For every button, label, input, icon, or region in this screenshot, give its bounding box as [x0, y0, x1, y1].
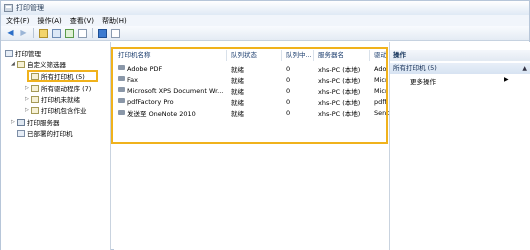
printer-icon — [118, 110, 125, 115]
server-icon — [17, 118, 25, 126]
list-rows: Adobe PDF 就绪 0 xhs-PC (本地) Ado Fax 就绪 0 … — [114, 63, 389, 118]
column-queue-status[interactable]: 队列状态 — [227, 50, 282, 61]
menu-action[interactable]: 操作(A) — [38, 16, 62, 26]
printers-not-ready-label: 打印机未就绪 — [41, 96, 80, 104]
page-icon[interactable] — [110, 28, 121, 39]
driver-name: pdff — [374, 97, 387, 106]
help-icon[interactable] — [97, 28, 108, 39]
column-driver[interactable]: 驱动 — [370, 50, 389, 61]
filter-icon — [17, 60, 25, 68]
view-icon[interactable] — [51, 28, 62, 39]
driver-name: Micr — [374, 86, 388, 95]
toolbar: ◀ ▶ — [1, 26, 529, 41]
table-row[interactable]: 发送至 OneNote 2010 就绪 0 xhs-PC (本地) Senc — [114, 107, 389, 118]
filter-icon — [31, 106, 39, 114]
actions-header: 操作 — [390, 50, 530, 61]
tree-deployed-printers[interactable]: 已部署的打印机 — [11, 128, 73, 138]
table-row[interactable]: Fax 就绪 0 xhs-PC (本地) Micr — [114, 74, 389, 85]
submenu-arrow-icon: ▶ — [504, 76, 509, 83]
printer-icon — [17, 129, 25, 137]
forward-icon[interactable]: ▶ — [18, 28, 29, 39]
driver-name: Micr — [374, 75, 388, 84]
jobs-count: 0 — [286, 97, 291, 106]
server-name: xhs-PC (本地) — [318, 98, 361, 107]
printer-name: Microsoft XPS Document Wr... — [127, 86, 224, 95]
print-servers-label: 打印服务器 — [27, 119, 60, 127]
server-name: xhs-PC (本地) — [318, 76, 361, 85]
printer-name: Fax — [127, 75, 138, 84]
queue-status: 就绪 — [231, 109, 244, 118]
actions-pane: 操作 所有打印机 (5) ▲ 更多操作 ▶ — [389, 42, 530, 250]
actions-group-label: 所有打印机 (5) — [393, 64, 437, 72]
app-icon — [4, 4, 13, 12]
queue-status: 就绪 — [231, 65, 244, 74]
toolbar-separator — [92, 28, 93, 38]
print-management-window: 打印管理 文件(F) 操作(A) 查看(V) 帮助(H) ◀ ▶ 打印管理 ◢ … — [0, 0, 530, 250]
navigation-tree: 打印管理 ◢ 自定义筛选器 所有打印机 (5) ▷ 所有驱动程序 (7) ▷ 打… — [1, 42, 111, 250]
jobs-count: 0 — [286, 86, 291, 95]
actions-group-all-printers[interactable]: 所有打印机 (5) ▲ — [390, 63, 530, 74]
print-management-icon — [5, 49, 13, 57]
title-bar: 打印管理 — [1, 1, 529, 15]
folder-icon[interactable] — [38, 28, 49, 39]
filter-icon — [31, 95, 39, 103]
queue-status: 就绪 — [231, 76, 244, 85]
tree-custom-filters[interactable]: ◢ 自定义筛选器 — [11, 59, 66, 69]
printer-name: pdfFactory Pro — [127, 97, 174, 106]
deployed-printers-label: 已部署的打印机 — [27, 130, 73, 138]
printer-name: Adobe PDF — [127, 64, 163, 73]
selected-node-highlight — [27, 70, 98, 82]
list-header: 打印机名称 队列状态 队列中... 服务器名 驱动 — [114, 50, 389, 61]
menu-help[interactable]: 帮助(H) — [102, 16, 127, 26]
menu-view[interactable]: 查看(V) — [70, 16, 94, 26]
tree-all-drivers[interactable]: ▷ 所有驱动程序 (7) — [25, 83, 91, 93]
tree-root[interactable]: 打印管理 — [5, 48, 41, 58]
more-actions-item[interactable]: 更多操作 ▶ — [410, 76, 509, 86]
printer-name: 发送至 OneNote 2010 — [127, 109, 196, 118]
queue-status: 就绪 — [231, 87, 244, 96]
server-name: xhs-PC (本地) — [318, 65, 361, 74]
column-server-name[interactable]: 服务器名 — [314, 50, 370, 61]
filter-icon — [31, 84, 39, 92]
printer-icon — [118, 98, 125, 103]
export-icon[interactable] — [77, 28, 88, 39]
tree-print-servers[interactable]: ▷ 打印服务器 — [11, 117, 60, 127]
jobs-count: 0 — [286, 108, 291, 117]
driver-name: Senc — [374, 108, 389, 117]
table-row[interactable]: pdfFactory Pro 就绪 0 xhs-PC (本地) pdff — [114, 96, 389, 107]
custom-filters-label: 自定义筛选器 — [27, 61, 66, 69]
queue-status: 就绪 — [231, 98, 244, 107]
window-title: 打印管理 — [16, 4, 44, 12]
refresh-icon[interactable] — [64, 28, 75, 39]
column-printer-name[interactable]: 打印机名称 — [114, 50, 227, 61]
tree-printers-with-jobs[interactable]: ▷ 打印机包含作业 — [25, 105, 87, 115]
toolbar-separator — [33, 28, 34, 38]
table-row[interactable]: Adobe PDF 就绪 0 xhs-PC (本地) Ado — [114, 63, 389, 74]
jobs-count: 0 — [286, 64, 291, 73]
more-actions-label: 更多操作 — [410, 78, 436, 86]
tree-printers-not-ready[interactable]: ▷ 打印机未就绪 — [25, 94, 80, 104]
printer-list: 打印机名称 队列状态 队列中... 服务器名 驱动 Adobe PDF 就绪 0… — [114, 42, 389, 250]
table-row[interactable]: Microsoft XPS Document Wr... 就绪 0 xhs-PC… — [114, 85, 389, 96]
back-icon[interactable]: ◀ — [5, 28, 16, 39]
menu-bar: 文件(F) 操作(A) 查看(V) 帮助(H) — [1, 15, 529, 26]
printers-with-jobs-label: 打印机包含作业 — [41, 107, 87, 115]
menu-file[interactable]: 文件(F) — [6, 16, 30, 26]
column-jobs-in-queue[interactable]: 队列中... — [282, 50, 314, 61]
jobs-count: 0 — [286, 75, 291, 84]
driver-name: Ado — [374, 64, 387, 73]
tree-root-label: 打印管理 — [15, 50, 41, 58]
collapse-up-icon[interactable]: ▲ — [522, 63, 527, 74]
server-name: xhs-PC (本地) — [318, 87, 361, 96]
all-drivers-label: 所有驱动程序 (7) — [41, 85, 92, 93]
printer-icon — [118, 76, 125, 81]
printer-icon — [118, 65, 125, 70]
printer-icon — [118, 87, 125, 92]
server-name: xhs-PC (本地) — [318, 109, 361, 118]
